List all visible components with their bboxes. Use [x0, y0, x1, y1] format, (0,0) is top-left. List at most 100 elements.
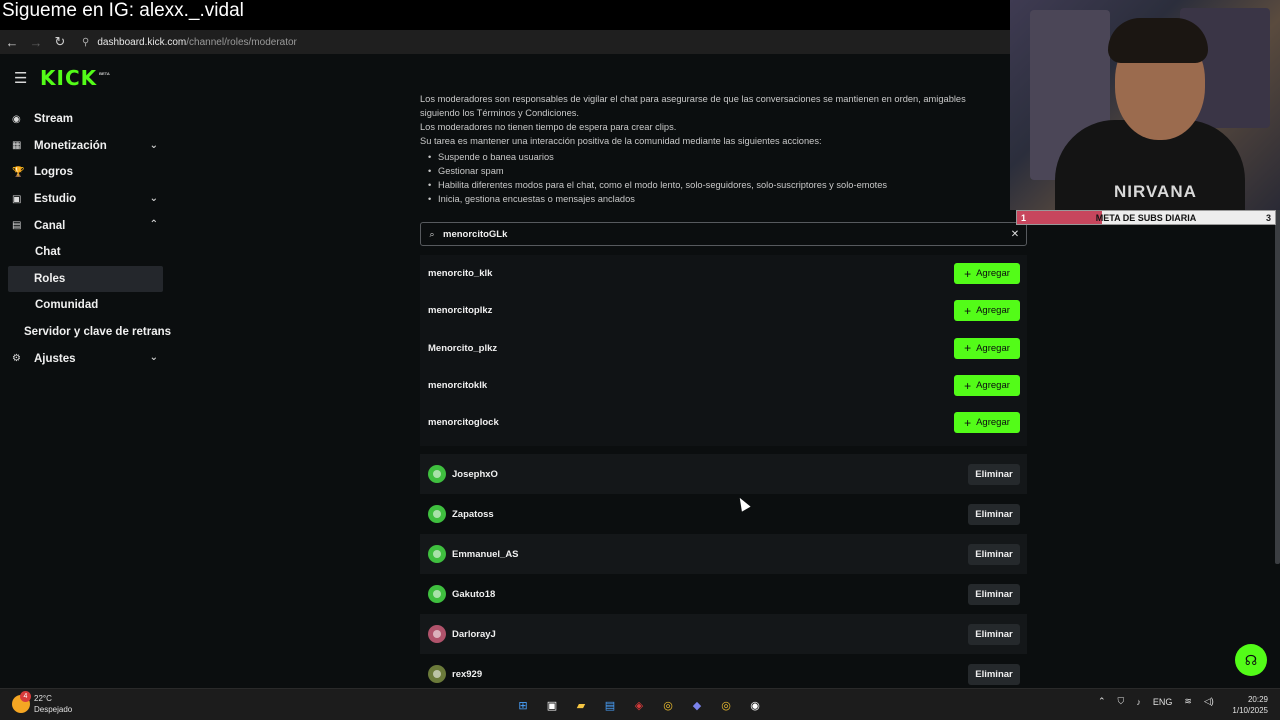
sidebar-item-ajustes[interactable]: ⚙ Ajustes ⌄ [0, 345, 172, 372]
sidebar-item-label: Ajustes [34, 352, 76, 365]
store-icon[interactable]: ▤ [599, 694, 621, 716]
add-moderator-button[interactable]: + Agregar [954, 412, 1020, 434]
user-search: ⌕ ✕ [420, 222, 1027, 246]
wifi-icon[interactable]: ≋ [1184, 696, 1192, 707]
sidebar-item-label: Servidor y clave de retrans [24, 326, 172, 339]
volume-icon[interactable]: ◁) [1204, 696, 1214, 707]
sidebar-item-roles[interactable]: Roles [8, 265, 163, 293]
remove-moderator-button[interactable]: Eliminar [968, 503, 1020, 525]
chevron-down-icon[interactable]: ⌄ [150, 193, 158, 204]
search-input[interactable] [443, 228, 1004, 240]
notification-badge: 4 [20, 691, 31, 702]
add-moderator-button[interactable]: + Agregar [954, 337, 1020, 359]
list-item: Menorcito_plkz + Agregar [420, 330, 1027, 367]
chevron-down-icon[interactable]: ⌄ [150, 352, 158, 363]
chevron-down-icon[interactable]: ⌄ [150, 140, 158, 151]
moderator-list: JosephxO Eliminar Zapatoss Eliminar Emma… [420, 454, 1027, 694]
remove-moderator-button[interactable]: Eliminar [968, 543, 1020, 565]
site-info-icon[interactable]: ⚲ [82, 37, 89, 48]
chevron-up-icon[interactable]: ⌃ [150, 219, 158, 230]
support-chat-icon[interactable]: ☊ [1235, 644, 1267, 676]
back-icon[interactable]: ← [0, 30, 24, 54]
list-item: menorcitoplkz + Agregar [420, 292, 1027, 329]
menu-icon[interactable]: ☰ [14, 69, 40, 87]
table-row: JosephxO Eliminar [420, 454, 1027, 494]
add-moderator-button[interactable]: + Agregar [954, 300, 1020, 322]
weather-widget[interactable]: 4 22°C Despejado [12, 691, 72, 715]
result-username: menorcitoklk [428, 380, 488, 392]
kick-logo[interactable]: KICK [40, 66, 97, 90]
avatar [428, 625, 446, 643]
microphone-icon[interactable]: ♪ [1136, 697, 1141, 707]
sidebar: ☰ KICK BETA ◉ Stream ▦ Monetización ⌄ 🏆 … [0, 54, 172, 688]
chevron-up-icon[interactable]: ⌃ [1098, 696, 1106, 707]
sidebar-item-monetizacion[interactable]: ▦ Monetización ⌄ [0, 133, 172, 160]
clock[interactable]: 20:29 1/10/2025 [1228, 694, 1268, 716]
table-row: Emmanuel_AS Eliminar [420, 534, 1027, 574]
weather-temp: 22°C [34, 694, 52, 703]
remove-moderator-button[interactable]: Eliminar [968, 583, 1020, 605]
result-username: Menorcito_plkz [428, 342, 498, 354]
sidebar-item-servidor[interactable]: Servidor y clave de retrans [0, 319, 172, 346]
sun-icon: 4 [12, 691, 31, 713]
windows-start-icon[interactable]: ⊞ [512, 694, 534, 716]
goal-target: 3 [1265, 212, 1271, 223]
sidebar-item-stream[interactable]: ◉ Stream [0, 106, 172, 133]
obs-icon[interactable]: ◉ [744, 694, 766, 716]
gear-icon: ⚙ [12, 353, 21, 365]
plus-icon: + [964, 378, 972, 393]
teams-icon[interactable]: ◆ [686, 694, 708, 716]
moderator-name: JosephxO [452, 468, 498, 480]
add-label: Agregar [976, 342, 1010, 354]
goal-current: 1 [1021, 212, 1027, 223]
avatar [428, 665, 446, 683]
sidebar-item-chat[interactable]: Chat [0, 239, 172, 266]
chrome-icon[interactable]: ◎ [657, 694, 679, 716]
add-moderator-button[interactable]: + Agregar [954, 375, 1020, 397]
forward-icon[interactable]: → [24, 30, 48, 54]
remove-moderator-button[interactable]: Eliminar [968, 663, 1020, 685]
url-field[interactable]: ⚲ dashboard.kick.com/channel/roles/moder… [82, 37, 297, 48]
tab-bar: Sigueme en IG: alexx._.vidal [0, 0, 1010, 30]
add-moderator-button[interactable]: + Agregar [954, 263, 1020, 285]
goal-label: META DE SUBS DIARIA [1095, 212, 1197, 223]
intro-line: Los moderadores no tienen tiempo de espe… [420, 122, 677, 132]
antivirus-icon[interactable]: ◈ [628, 694, 650, 716]
avatar [428, 585, 446, 603]
trophy-icon: 🏆 [12, 166, 25, 178]
money-icon: ▦ [12, 140, 22, 152]
shield-icon[interactable]: ⛉ [1118, 696, 1125, 707]
url-domain: dashboard.kick.com [97, 36, 187, 48]
intro-line: Los moderadores son responsables de vigi… [420, 94, 966, 104]
chrome-profile-icon[interactable]: ◎ [715, 694, 737, 716]
list-item: menorcito_klk + Agregar [420, 255, 1027, 292]
result-username: menorcitoplkz [428, 305, 493, 317]
table-row: Gakuto18 Eliminar [420, 574, 1027, 614]
close-icon[interactable]: ✕ [1004, 229, 1026, 240]
language-indicator[interactable]: ENG [1153, 697, 1173, 707]
sidebar-item-label: Logros [34, 166, 73, 179]
sidebar-item-label: Roles [34, 272, 66, 285]
remove-moderator-button[interactable]: Eliminar [968, 463, 1020, 485]
sidebar-item-canal[interactable]: ▤ Canal ⌃ [0, 212, 172, 239]
shirt-text: NIRVANA [1114, 182, 1197, 201]
list-item: Gestionar spam [420, 164, 1020, 178]
result-username: menorcitoglock [428, 417, 499, 429]
result-username: menorcito_klk [428, 268, 493, 280]
reload-icon[interactable]: ↻ [48, 30, 72, 54]
task-view-icon[interactable]: ▣ [541, 694, 563, 716]
sidebar-item-label: Monetización [34, 139, 107, 152]
sidebar-item-logros[interactable]: 🏆 Logros [0, 159, 172, 186]
search-results: menorcito_klk + Agregar menorcitoplkz + Ag… [420, 255, 1027, 446]
plus-icon: + [964, 303, 972, 318]
channel-icon: ▤ [12, 220, 22, 232]
clock-date: 1/10/2025 [1232, 706, 1268, 715]
sidebar-item-comunidad[interactable]: Comunidad [0, 292, 172, 319]
remove-moderator-button[interactable]: Eliminar [968, 623, 1020, 645]
sidebar-item-estudio[interactable]: ▣ Estudio ⌄ [0, 186, 172, 213]
table-row: DarlorayJ Eliminar [420, 614, 1027, 654]
file-explorer-icon[interactable]: ▰ [570, 694, 592, 716]
action-list: Suspende o banea usuarios Gestionar spam… [420, 150, 1020, 206]
url-path: /channel/roles/moderator [186, 36, 297, 48]
moderator-name: rex929 [452, 668, 483, 680]
